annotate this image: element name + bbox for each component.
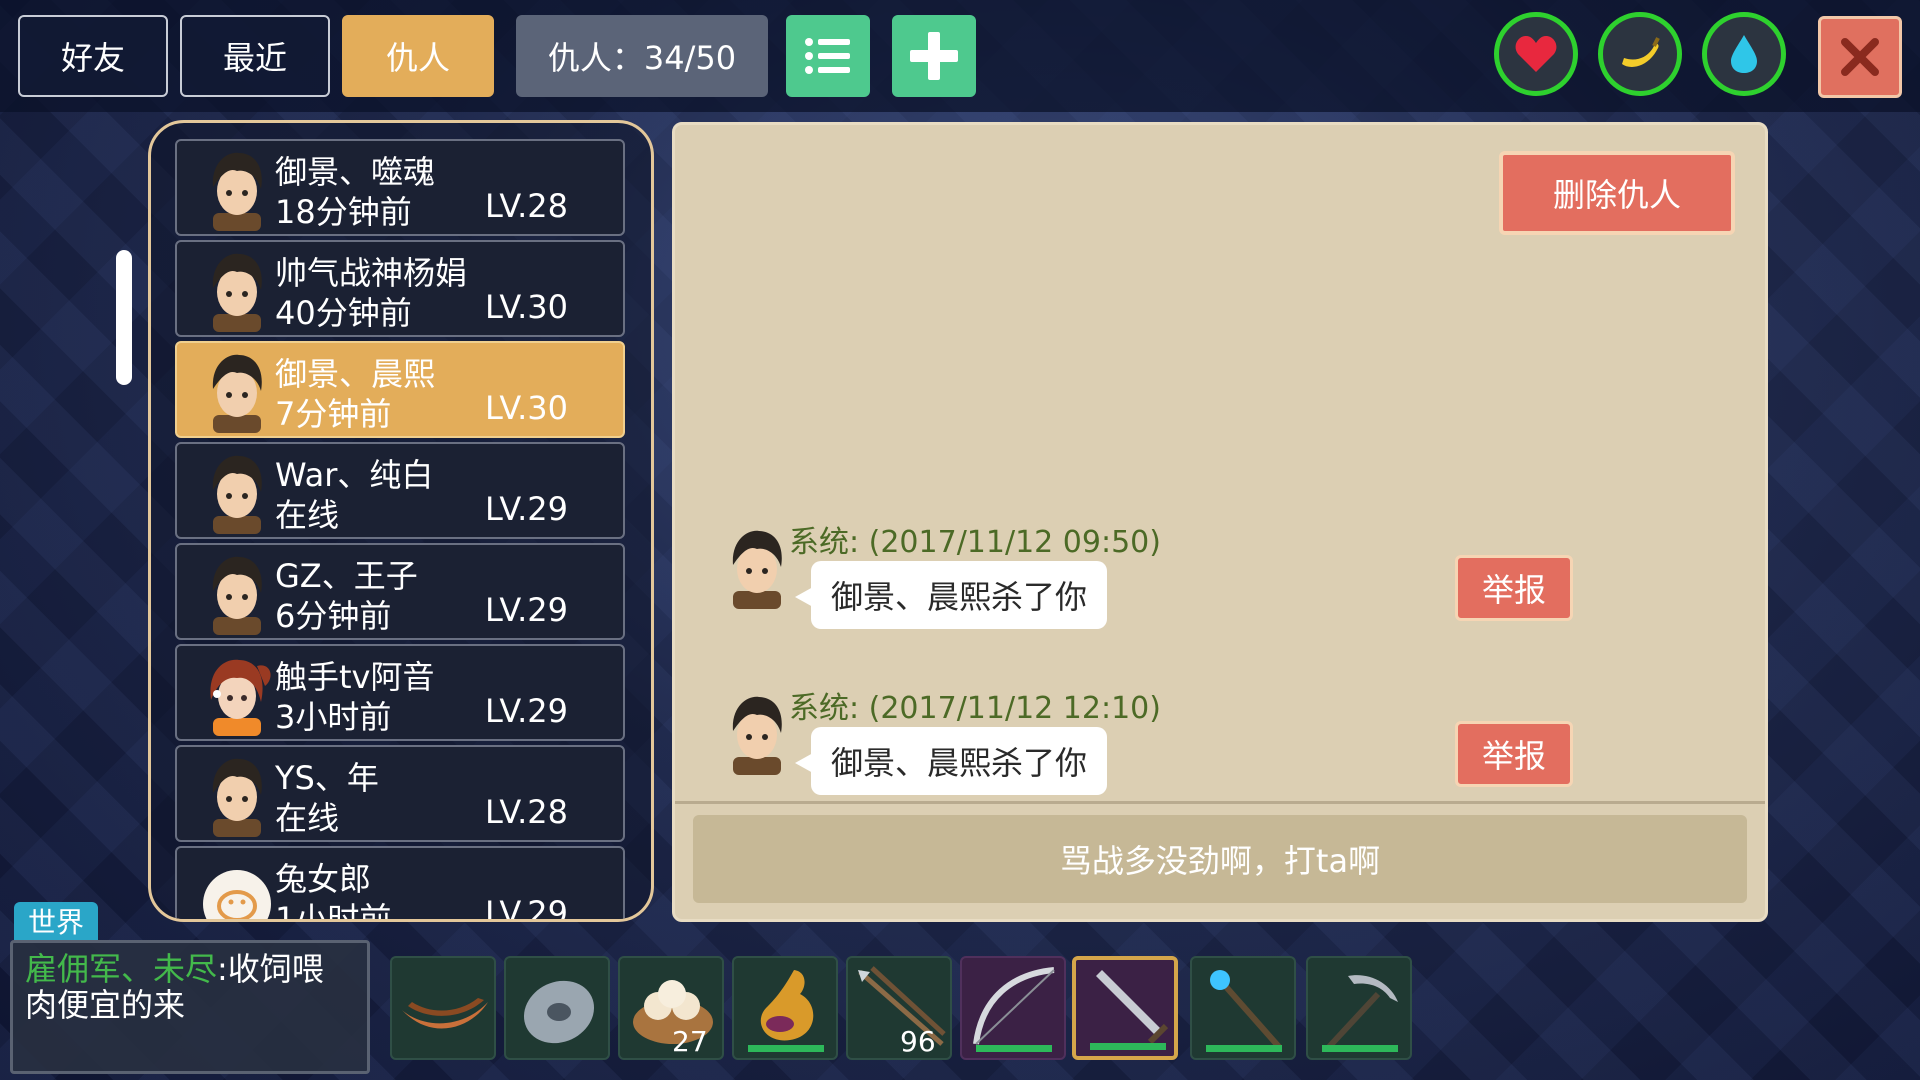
player-level: LV.29 <box>485 894 568 922</box>
player-avatar <box>212 455 262 534</box>
tab-recent[interactable]: 最近 <box>180 15 330 97</box>
durability-bar <box>976 1045 1052 1052</box>
durability-bar <box>1322 1045 1398 1052</box>
enemy-list-panel: 御景、噬魂 18分钟前 LV.28 帅气战神杨娟 40分钟前 LV.30 御景、晨熙 7分钟前… <box>148 120 654 922</box>
plus-icon <box>910 32 958 80</box>
player-level: LV.29 <box>485 490 568 528</box>
hotbar-slot[interactable] <box>504 956 610 1060</box>
last-seen: 40分钟前 <box>275 294 412 332</box>
enemy-list: 御景、噬魂 18分钟前 LV.28 帅气战神杨娟 40分钟前 LV.30 御景、晨熙 7分钟前… <box>175 139 625 922</box>
player-avatar <box>212 253 262 332</box>
enemy-list-item-selected[interactable]: 御景、晨熙 7分钟前 LV.30 <box>175 341 625 438</box>
player-level: LV.30 <box>485 389 568 427</box>
enemy-count: 仇人：34/50 <box>516 15 768 97</box>
last-seen: 1小时前 <box>275 900 392 922</box>
durability-bar <box>748 1045 824 1052</box>
close-button[interactable] <box>1818 16 1902 98</box>
player-avatar <box>212 354 262 433</box>
health-stat[interactable] <box>1494 12 1578 96</box>
hotbar-slot[interactable] <box>390 956 496 1060</box>
item-count: 27 <box>672 1025 708 1058</box>
system-avatar <box>732 530 782 609</box>
report-button[interactable]: 举报 <box>1455 555 1573 621</box>
last-seen: 在线 <box>275 799 340 837</box>
stone-disc-icon <box>523 980 595 1044</box>
last-seen: 在线 <box>275 496 340 534</box>
chat-channel-badge[interactable]: 世界 <box>14 902 98 940</box>
chat-separator: : <box>217 950 228 988</box>
player-avatar <box>212 556 262 635</box>
hunger-stat[interactable] <box>1598 12 1682 96</box>
taunt-hint[interactable]: 骂战多没劲啊，打ta啊 <box>693 815 1747 903</box>
last-seen: 7分钟前 <box>275 395 392 433</box>
player-level: LV.30 <box>485 288 568 326</box>
enemy-list-item[interactable]: 御景、噬魂 18分钟前 LV.28 <box>175 139 625 236</box>
player-level: LV.28 <box>485 793 568 831</box>
last-seen: 6分钟前 <box>275 597 392 635</box>
list-button[interactable] <box>786 15 870 97</box>
hotbar-slot[interactable] <box>1306 956 1412 1060</box>
hotbar-slot[interactable]: 96 <box>846 956 952 1060</box>
close-icon <box>1841 38 1879 76</box>
message-header: 系统: (2017/11/12 09:50) <box>789 525 1161 560</box>
last-seen: 18分钟前 <box>275 193 412 231</box>
list-scroll-indicator[interactable] <box>116 250 132 385</box>
enemy-list-item[interactable]: 触手tv阿音 3小时前 LV.29 <box>175 644 625 741</box>
hotbar-slot-selected[interactable] <box>1072 956 1178 1060</box>
banana-icon <box>1622 37 1660 67</box>
enemy-detail-panel: 删除仇人 系统: (2017/11/12 09:50) 御景、晨熙杀了你 举报 … <box>672 122 1768 922</box>
last-seen: 3小时前 <box>275 698 392 736</box>
message-bubble: 御景、晨熙杀了你 <box>794 727 1108 795</box>
hotbar-slot[interactable] <box>960 956 1066 1060</box>
enemy-list-item[interactable]: 帅气战神杨娟 40分钟前 LV.30 <box>175 240 625 337</box>
item-count: 96 <box>900 1025 936 1058</box>
player-level: LV.29 <box>485 692 568 730</box>
durability-bar <box>1090 1043 1166 1050</box>
boat-icon <box>402 998 488 1029</box>
enemy-list-item[interactable]: YS、年 在线 LV.28 <box>175 745 625 842</box>
hotbar-slot[interactable] <box>732 956 838 1060</box>
tab-friends[interactable]: 好友 <box>18 15 168 97</box>
add-friend-button[interactable] <box>892 15 976 97</box>
player-avatar <box>212 152 262 231</box>
enemy-list-item[interactable]: GZ、王子 6分钟前 LV.29 <box>175 543 625 640</box>
heart-icon <box>1515 36 1557 72</box>
durability-bar <box>1206 1045 1282 1052</box>
player-avatar <box>203 870 271 919</box>
player-level: LV.29 <box>485 591 568 629</box>
divider <box>675 801 1765 804</box>
message-header: 系统: (2017/11/12 12:10) <box>789 691 1161 726</box>
message-bubble: 御景、晨熙杀了你 <box>794 561 1108 629</box>
chat-sender: 雇佣军、未尽 <box>25 950 218 988</box>
list-icon <box>805 38 850 74</box>
player-level: LV.28 <box>485 187 568 225</box>
player-avatar <box>212 758 262 837</box>
system-avatar <box>732 696 782 775</box>
hotbar-slot[interactable]: 27 <box>618 956 724 1060</box>
enemy-list-item[interactable]: War、纯白 在线 LV.29 <box>175 442 625 539</box>
player-avatar <box>210 659 271 736</box>
report-button[interactable]: 举报 <box>1455 721 1573 787</box>
thirst-stat[interactable] <box>1702 12 1786 96</box>
delete-enemy-button[interactable]: 删除仇人 <box>1499 151 1735 235</box>
water-drop-icon <box>1731 35 1757 73</box>
chat-box[interactable]: 雇佣军、未尽:收饲喂肉便宜的来 <box>10 940 370 1074</box>
enemy-list-item[interactable]: 兔女郎 1小时前 LV.29 <box>175 846 625 922</box>
tab-enemies[interactable]: 仇人 <box>342 15 494 97</box>
hotbar-slot[interactable] <box>1190 956 1296 1060</box>
